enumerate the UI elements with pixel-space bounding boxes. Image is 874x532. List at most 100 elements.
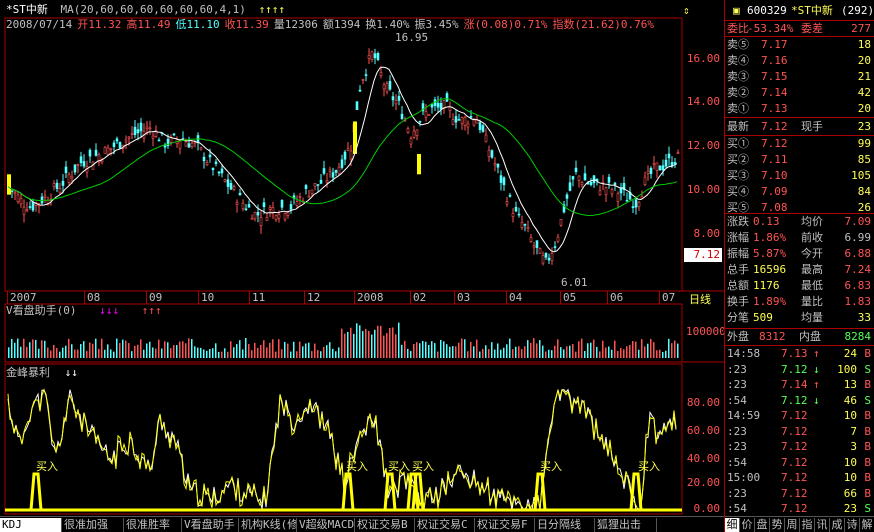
indicator-tab[interactable]: 日分隔线: [535, 518, 595, 532]
high-label: 高: [126, 18, 138, 31]
candle-body: [664, 159, 668, 167]
quote-tab[interactable]: 势: [770, 518, 785, 532]
time-tick: 08: [84, 291, 100, 304]
volume-bar: [203, 349, 205, 358]
candle-body: [223, 179, 227, 182]
tick-time: :23: [727, 362, 747, 376]
quote-row: 买③ 7.10 105: [725, 169, 874, 183]
indicator-tabs: KDJ 很准加强 很准胜率 V看盘助手 机构K线(修 V超级MACD 权证交易B 权证交易C 权…: [0, 516, 724, 532]
price-tick: 14.00: [686, 95, 720, 108]
candle-body: [244, 208, 248, 211]
quote-row: 14:58 7.13 ↑ 24 B: [725, 347, 874, 361]
candle-body: [73, 164, 77, 173]
candle-body: [418, 120, 422, 123]
candle-body: [118, 141, 122, 149]
scroll-arrow-icon[interactable]: ⇕: [683, 4, 690, 17]
stat-label: 前收: [801, 231, 823, 244]
candle-body: [31, 201, 35, 211]
candle-body: [220, 168, 224, 174]
stat-value: 0.13: [753, 215, 780, 228]
indicator-tab[interactable]: 权证交易C: [415, 518, 475, 532]
stat-value: 1176: [753, 279, 780, 292]
indicator-tab[interactable]: V超级MACD: [297, 518, 355, 532]
indicator-tab[interactable]: 很准加强: [62, 518, 124, 532]
quote-tab[interactable]: 周: [785, 518, 800, 532]
indicator-tab[interactable]: 权证交易F: [475, 518, 535, 532]
tick-volume: 10: [843, 471, 857, 484]
tick-price: 7.12: [781, 486, 808, 500]
volume-bar: [188, 338, 190, 358]
candle-body: [319, 179, 323, 184]
tick-time: :54: [727, 393, 747, 407]
indicator-tab[interactable]: 机构K线(修: [239, 518, 297, 532]
quote-row: :23 7.12 ↓ 100 S: [725, 363, 874, 377]
quote-tab[interactable]: 盘: [755, 518, 770, 532]
volume-bar: [416, 342, 418, 358]
volume-bar: [434, 343, 436, 358]
candle-body: [226, 179, 230, 187]
price-tick: 10.00: [686, 183, 720, 196]
idx-value: (21.62): [574, 18, 621, 31]
stat-label: 总手: [727, 263, 749, 276]
candle-body: [259, 217, 263, 227]
quote-tab[interactable]: 诗: [845, 518, 860, 532]
buy-price: 7.12: [761, 137, 788, 150]
indicator-tab[interactable]: V看盘助手: [182, 518, 239, 532]
candle-body: [145, 126, 149, 130]
osc-line-yellow: [7, 388, 677, 511]
xianshou-label: 现手: [801, 120, 823, 133]
quote-row: 卖④ 7.16 20: [725, 54, 874, 68]
tick-volume: 66: [843, 486, 857, 500]
indicator-tab[interactable]: 权证交易B: [355, 518, 415, 532]
volume-bar: [374, 329, 376, 358]
period-label[interactable]: 日线: [689, 291, 711, 307]
volume-bar: [629, 344, 631, 358]
quote-tab[interactable]: 成: [830, 518, 845, 532]
tick-price: 7.12: [781, 362, 808, 376]
candle-body: [637, 201, 641, 207]
quote-row: 总额 1176 最低 6.83: [725, 279, 874, 293]
candle-body: [208, 154, 212, 158]
candle-body: [316, 184, 320, 186]
volume-bar: [251, 350, 253, 358]
quote-tab[interactable]: 细: [725, 518, 740, 532]
candle-body: [199, 147, 203, 150]
buy-volume: 85: [857, 153, 871, 166]
chart-canvas[interactable]: [0, 0, 724, 516]
time-tick: 05: [560, 291, 576, 304]
indicator-tab[interactable]: KDJ: [0, 518, 62, 532]
volume-bar: [287, 343, 289, 358]
volume-bar: [404, 340, 406, 358]
candle-body: [211, 168, 215, 171]
indicator-tab[interactable]: 很准胜率: [124, 518, 182, 532]
candle-body: [658, 165, 662, 171]
quote-tab[interactable]: 指: [800, 518, 815, 532]
quote-tab[interactable]: 讯: [815, 518, 830, 532]
volume-bar: [41, 340, 43, 358]
quote-count: (292): [841, 4, 874, 17]
volume-bar: [632, 341, 634, 358]
candle-body: [61, 180, 65, 186]
candle-body: [277, 214, 281, 219]
quote-tab[interactable]: 价: [740, 518, 755, 532]
ind1-name: V看盘助手(0): [6, 304, 77, 317]
time-tick: 07: [659, 291, 675, 304]
volume-bar: [548, 349, 550, 358]
volume-bar: [281, 349, 283, 358]
volume-bar: [29, 342, 31, 358]
sell-level-label: 卖①: [727, 102, 749, 115]
volume-bar: [305, 343, 307, 358]
volume-bar: [341, 328, 343, 358]
volume-bar: [236, 344, 238, 358]
quote-row: :23 7.14 ↑ 13 B: [725, 378, 874, 392]
volume-bar: [119, 343, 121, 358]
quote-tab[interactable]: 解: [860, 518, 874, 532]
sell-level-label: 卖④: [727, 54, 749, 67]
osc-line-white: [7, 388, 677, 512]
volume-bar: [587, 343, 589, 358]
buy-label: 买入: [36, 460, 58, 473]
indicator-tab[interactable]: 狐狸出击: [595, 518, 657, 532]
stat-value: 6.99: [844, 231, 872, 244]
tick-side: B: [864, 471, 871, 484]
quote-tabs: 细价盘势周指讯成诗解: [725, 516, 874, 532]
